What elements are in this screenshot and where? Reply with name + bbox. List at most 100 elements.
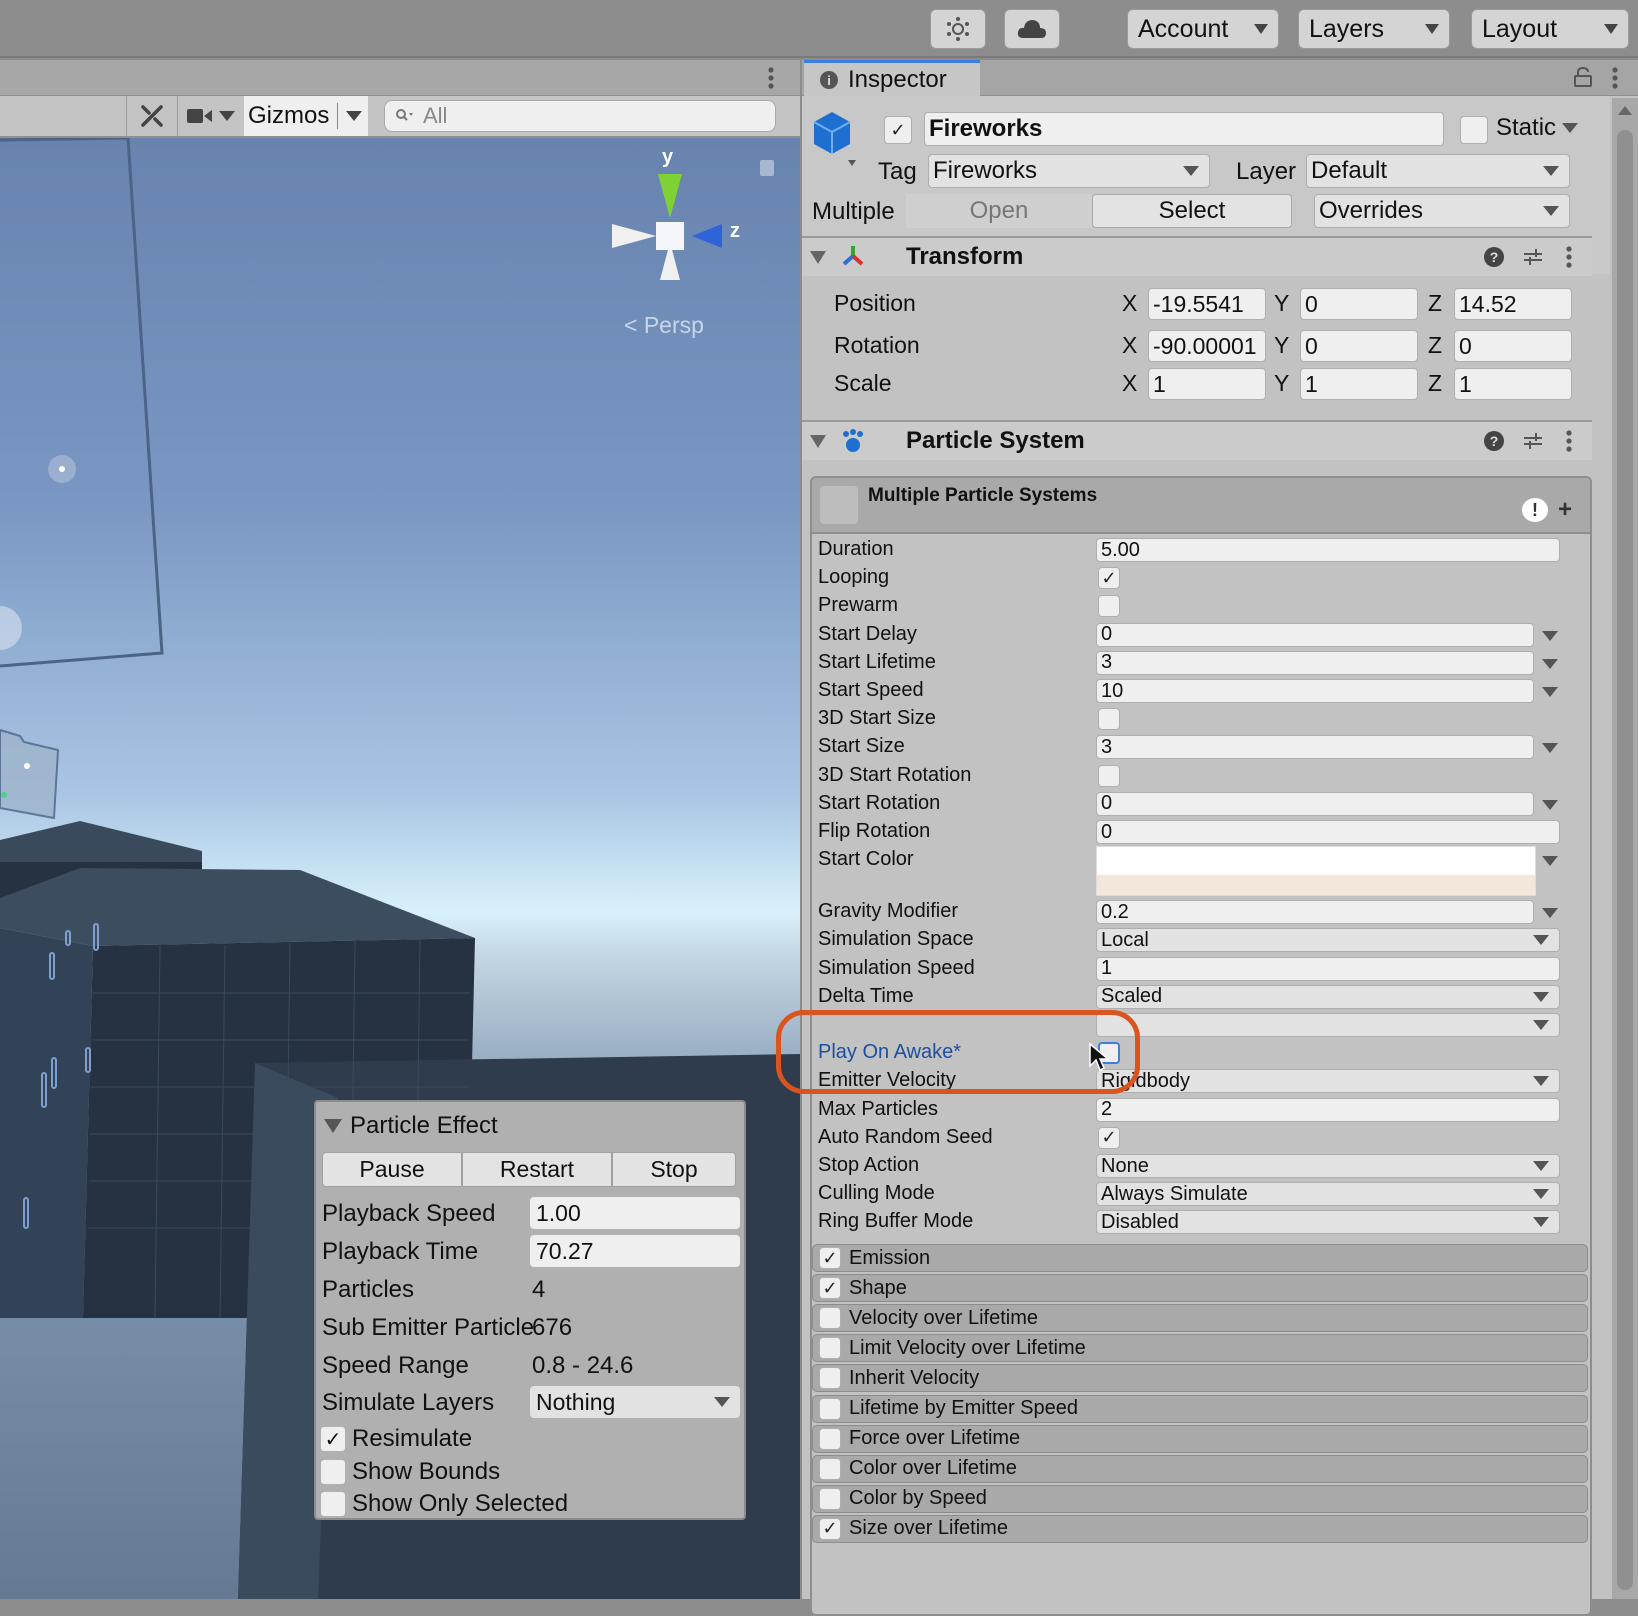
module-row[interactable]: Color over Lifetime [812, 1454, 1588, 1483]
property-dropdown[interactable]: Always Simulate [1096, 1182, 1560, 1207]
active-checkbox[interactable]: ✓ [884, 116, 912, 144]
module-row[interactable]: Velocity over Lifetime [812, 1304, 1588, 1333]
static-dropdown[interactable]: Static [1496, 114, 1579, 142]
property-dropdown[interactable]: Disabled [1096, 1210, 1560, 1235]
lock-icon[interactable] [760, 160, 774, 176]
property-dropdown[interactable]: None [1096, 1154, 1560, 1178]
scrollbar[interactable] [1612, 98, 1638, 1599]
property-dropdown[interactable] [1096, 1013, 1560, 1037]
axis-label-x[interactable]: X [1122, 370, 1137, 397]
camera-button[interactable] [177, 96, 243, 136]
particle-effect-checkbox[interactable] [321, 1492, 345, 1516]
property-checkbox[interactable]: ✓ [1098, 567, 1120, 590]
simulate-layers-dropdown[interactable]: Nothing [530, 1386, 740, 1418]
property-field[interactable]: 0 [1096, 622, 1534, 647]
module-enable-checkbox[interactable] [819, 1307, 841, 1330]
stop-button[interactable]: Stop [612, 1152, 736, 1187]
property-dropdown[interactable]: Local [1096, 928, 1560, 953]
axis-label-x[interactable]: X [1122, 332, 1137, 359]
panel-menu-icon[interactable] [768, 66, 774, 90]
lock-icon[interactable] [1574, 66, 1592, 93]
transform-position-x-field[interactable]: -19.5541 [1148, 288, 1266, 320]
pause-button[interactable]: Pause [322, 1152, 462, 1187]
object-name-input[interactable]: Fireworks [924, 112, 1444, 146]
cloud-button[interactable] [1004, 9, 1060, 49]
gameobject-icon[interactable] [812, 110, 856, 173]
module-row[interactable]: Limit Velocity over Lifetime [812, 1334, 1588, 1363]
particle-system-main-header[interactable]: Multiple Particle Systems ! + [812, 478, 1590, 534]
property-dropdown[interactable]: Rigidbody [1096, 1069, 1560, 1094]
module-enable-checkbox[interactable]: ✓ [819, 1517, 841, 1540]
open-button[interactable]: Open [906, 194, 1092, 228]
axis-label-z[interactable]: Z [1428, 332, 1442, 359]
presets-icon[interactable] [1522, 430, 1544, 452]
property-field[interactable]: 1 [1096, 956, 1560, 981]
particle-effect-header[interactable]: Particle Effect [324, 1112, 498, 1140]
property-field[interactable]: 0 [1096, 820, 1560, 844]
layers-dropdown[interactable]: Layers [1298, 9, 1450, 49]
module-enable-checkbox[interactable] [819, 1427, 841, 1450]
axis-label-z[interactable]: Z [1428, 370, 1442, 397]
module-enable-checkbox[interactable]: ✓ [819, 1277, 841, 1300]
scrollbar-thumb[interactable] [1617, 130, 1633, 1590]
tools-button[interactable] [126, 96, 176, 136]
help-icon[interactable]: ? [1484, 431, 1504, 451]
help-icon[interactable]: ? [1484, 247, 1504, 267]
property-field[interactable]: 3 [1096, 735, 1534, 760]
module-row[interactable]: ✓ Emission [812, 1244, 1588, 1272]
restart-button[interactable]: Restart [462, 1152, 612, 1187]
curve-mode-dropdown-icon[interactable] [1542, 908, 1558, 919]
property-field[interactable]: 3 [1096, 650, 1534, 675]
module-row[interactable]: Color by Speed [812, 1484, 1588, 1513]
module-enable-checkbox[interactable]: ✓ [819, 1247, 841, 1269]
transform-rotation-z-field[interactable]: 0 [1454, 330, 1572, 362]
transform-scale-y-field[interactable]: 1 [1300, 368, 1418, 400]
transform-header[interactable]: Transform ? [802, 236, 1592, 276]
property-checkbox[interactable] [1098, 764, 1120, 787]
select-button[interactable]: Select [1092, 194, 1292, 228]
scene-viewport[interactable]: y z < Persp Particle Effect Pause Restar… [0, 138, 800, 1599]
particle-system-header[interactable]: Particle System ? [802, 420, 1592, 460]
module-enable-checkbox[interactable] [819, 1457, 841, 1480]
axis-label-z[interactable]: Z [1428, 290, 1442, 317]
tag-dropdown[interactable]: Fireworks [928, 154, 1210, 188]
module-row[interactable]: Lifetime by Emitter Speed [812, 1394, 1588, 1423]
scroll-up-icon[interactable] [1618, 106, 1632, 115]
axis-label-y[interactable]: Y [1274, 290, 1289, 317]
transform-rotation-y-field[interactable]: 0 [1300, 330, 1418, 362]
transform-position-y-field[interactable]: 0 [1300, 288, 1418, 320]
property-field[interactable]: 0.2 [1096, 900, 1534, 925]
property-field[interactable]: 2 [1096, 1097, 1560, 1122]
component-menu-icon[interactable] [1566, 429, 1572, 453]
scene-search-input[interactable]: All [384, 100, 776, 132]
color-mode-dropdown-icon[interactable] [1542, 856, 1558, 867]
curve-mode-dropdown-icon[interactable] [1542, 687, 1558, 697]
account-dropdown[interactable]: Account [1127, 9, 1279, 49]
tab-inspector[interactable]: i Inspector [804, 60, 980, 97]
gizmos-dropdown[interactable]: Gizmos [244, 96, 368, 136]
module-row[interactable]: Force over Lifetime [812, 1424, 1588, 1453]
transform-scale-z-field[interactable]: 1 [1454, 368, 1572, 400]
module-enable-checkbox[interactable] [819, 1337, 841, 1360]
static-checkbox[interactable] [1460, 116, 1488, 144]
transform-scale-x-field[interactable]: 1 [1148, 368, 1266, 400]
property-dropdown[interactable]: Scaled [1096, 984, 1560, 1009]
property-field[interactable]: 10 [1096, 679, 1534, 703]
projection-label[interactable]: < Persp [624, 312, 704, 339]
orientation-gizmo[interactable]: y z < Persp [610, 146, 760, 346]
axis-label-y[interactable]: Y [1274, 332, 1289, 359]
curve-mode-dropdown-icon[interactable] [1542, 630, 1558, 641]
transform-position-z-field[interactable]: 14.52 [1454, 288, 1572, 320]
property-checkbox[interactable] [1098, 708, 1120, 731]
curve-mode-dropdown-icon[interactable] [1542, 658, 1558, 669]
particle-effect-checkbox[interactable] [321, 1459, 345, 1484]
layout-dropdown[interactable]: Layout [1471, 9, 1629, 49]
layer-dropdown[interactable]: Default [1306, 154, 1570, 188]
add-icon[interactable]: + [1558, 496, 1572, 524]
module-enable-checkbox[interactable] [819, 1367, 841, 1390]
overrides-dropdown[interactable]: Overrides [1314, 194, 1570, 228]
axis-label-y[interactable]: Y [1274, 370, 1289, 397]
curve-mode-dropdown-icon[interactable] [1542, 743, 1558, 754]
module-row[interactable]: Inherit Velocity [812, 1364, 1588, 1393]
services-button[interactable] [930, 9, 986, 49]
